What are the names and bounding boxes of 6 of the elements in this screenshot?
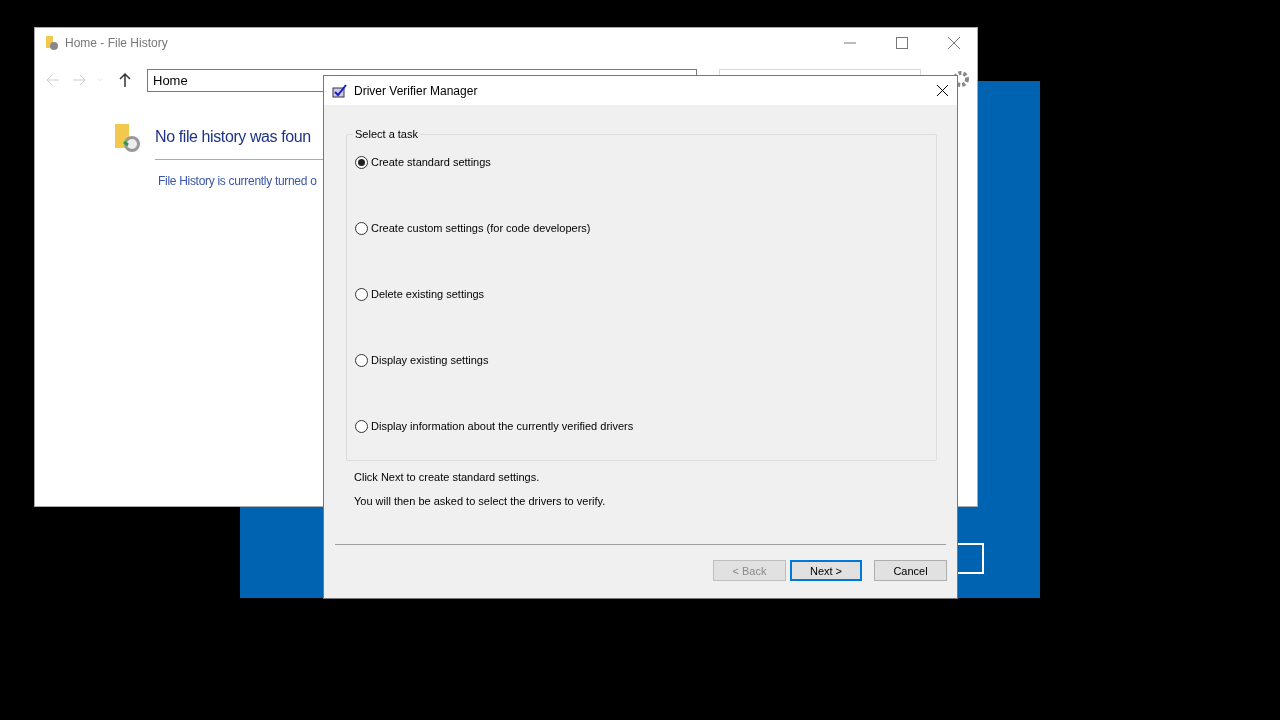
hint-text: Click Next to create standard settings.: [354, 471, 541, 483]
no-history-heading: No file history was foun: [155, 127, 311, 146]
window-title: Home - File History: [65, 36, 169, 50]
dialog-title: Driver Verifier Manager: [354, 83, 479, 98]
hint-text: You will then be asked to select the drivers to verify.: [354, 495, 607, 507]
group-label: Select a task: [354, 128, 419, 140]
